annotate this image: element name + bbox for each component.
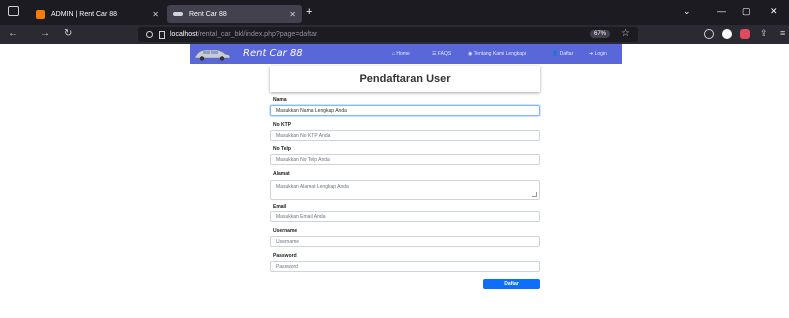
- username-input[interactable]: Username: [270, 236, 540, 247]
- close-window-icon[interactable]: ✕: [770, 6, 778, 17]
- back-icon[interactable]: ←: [8, 28, 18, 39]
- placeholder: Username: [276, 238, 300, 245]
- share-icon[interactable]: ⇪: [760, 28, 768, 39]
- placeholder: Masukkan Alamat Lengkap Anda: [276, 184, 349, 190]
- nav-label: Login: [594, 51, 607, 57]
- browser-nav-bar: ← → ↻ localhost /rental_car_bkl/index.ph…: [0, 25, 789, 44]
- favicon-icon: [173, 12, 183, 16]
- resize-handle-icon[interactable]: [532, 192, 537, 197]
- page-title: Pendaftaran User: [270, 66, 540, 92]
- tab-label: Rent Car 88: [189, 10, 227, 18]
- placeholder: Password: [276, 263, 298, 270]
- account-icon[interactable]: [722, 29, 732, 39]
- placeholder: Masukkan No KTP Anda: [276, 132, 331, 139]
- nav-item-faqs[interactable]: ☰ FAQS: [432, 51, 451, 57]
- browser-tab-admin[interactable]: ADMIN | Rent Car 88 ✕: [30, 5, 165, 23]
- email-input[interactable]: Masukkan Email Anda: [270, 211, 540, 222]
- minimize-icon[interactable]: —: [717, 6, 726, 16]
- address-bar[interactable]: localhost /rental_car_bkl/index.php?page…: [138, 27, 638, 42]
- maximize-icon[interactable]: ▢: [742, 6, 751, 17]
- close-icon[interactable]: ✕: [152, 10, 159, 19]
- field-label-ktp: No KTP: [273, 122, 292, 128]
- pocket-icon[interactable]: [704, 29, 714, 39]
- field-label-email: Email: [273, 204, 287, 210]
- url-path: /rental_car_bkl/index.php?page=daftar: [197, 31, 318, 38]
- chevron-down-icon[interactable]: ⌄: [683, 6, 691, 17]
- nav-label: FAQS: [437, 51, 452, 57]
- forward-icon[interactable]: →: [40, 28, 50, 39]
- browser-tab-rentcar[interactable]: Rent Car 88 ✕: [167, 5, 302, 23]
- nav-item-daftar[interactable]: 👤 Daftar: [552, 51, 573, 57]
- field-label-username: Username: [273, 228, 298, 234]
- placeholder: Masukkan Nama Lengkap Anda: [276, 107, 347, 114]
- zoom-level[interactable]: 67%: [589, 30, 610, 38]
- tab-list-icon[interactable]: [8, 6, 19, 16]
- shield-icon[interactable]: [146, 31, 153, 38]
- nav-label: Daftar: [559, 51, 574, 57]
- placeholder: Masukkan Email Anda: [276, 213, 326, 220]
- bookmark-star-icon[interactable]: ☆: [621, 28, 630, 39]
- browser-tab-bar: ADMIN | Rent Car 88 ✕ Rent Car 88 ✕ + ⌄ …: [0, 0, 789, 25]
- close-icon[interactable]: ✕: [289, 10, 296, 19]
- field-label-nama: Nama: [273, 97, 287, 103]
- nama-input[interactable]: Masukkan Nama Lengkap Anda: [270, 105, 540, 116]
- field-label-telp: No Telp: [273, 146, 291, 152]
- password-input[interactable]: Password: [270, 261, 540, 272]
- reload-icon[interactable]: ↻: [64, 28, 72, 39]
- tab-label: ADMIN | Rent Car 88: [51, 10, 118, 18]
- url-host: localhost: [170, 31, 198, 38]
- favicon-icon: [36, 9, 45, 19]
- daftar-submit-button[interactable]: Daftar: [483, 279, 540, 289]
- nav-label: Tentang Kami Lengkapi: [473, 51, 526, 57]
- nav-item-home[interactable]: ⌂ Home: [392, 51, 410, 57]
- placeholder: Masukkan No Telp Anda: [276, 156, 330, 163]
- nav-label: Home: [396, 51, 410, 57]
- alamat-textarea[interactable]: Masukkan Alamat Lengkap Anda: [270, 180, 540, 200]
- nav-item-about[interactable]: ◉ Tentang Kami Lengkapi: [468, 51, 526, 57]
- field-label-password: Password: [273, 253, 297, 259]
- menu-icon[interactable]: ≡: [780, 28, 785, 38]
- site-brand[interactable]: Rent Car 88: [243, 48, 303, 59]
- field-label-alamat: Alamat: [273, 171, 290, 177]
- page-icon[interactable]: [159, 30, 165, 39]
- car-logo-icon[interactable]: [193, 48, 231, 61]
- ktp-input[interactable]: Masukkan No KTP Anda: [270, 130, 540, 141]
- extension-icon[interactable]: [740, 29, 750, 39]
- telp-input[interactable]: Masukkan No Telp Anda: [270, 154, 540, 165]
- new-tab-button[interactable]: +: [306, 6, 312, 18]
- nav-item-login[interactable]: ➜ Login: [589, 51, 607, 57]
- site-navbar: Rent Car 88 ⌂ Home ☰ FAQS ◉ Tentang Kami…: [190, 44, 622, 64]
